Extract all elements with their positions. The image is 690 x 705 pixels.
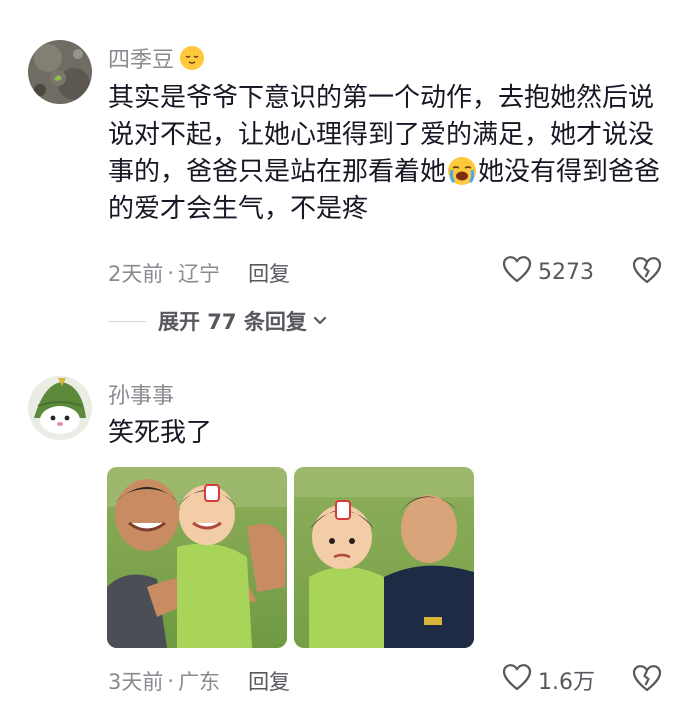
relieved-face-emoji-icon xyxy=(180,46,205,70)
heart-outline-icon xyxy=(502,663,532,697)
separator: · xyxy=(167,261,175,285)
like-button[interactable]: 1.6万 xyxy=(502,663,595,697)
comment-text: 笑死我了 xyxy=(108,415,668,452)
comment-item: 四季豆 其实是爷爷下意识的第一个动作，去抱她然后说说对不起，让她心理得到了爱的满… xyxy=(0,0,690,360)
username-text: 孙事事 xyxy=(108,384,175,409)
like-button[interactable]: 5273 xyxy=(502,255,594,289)
comment-time: 3天前 xyxy=(108,670,164,694)
heart-outline-icon xyxy=(502,255,532,289)
dislike-button[interactable] xyxy=(632,256,662,288)
expand-replies-label: 展开 77 条回复 xyxy=(158,310,307,334)
comment-location: 广东 xyxy=(178,670,221,694)
comment-meta: 2天前 · 辽宁 回复 xyxy=(108,258,290,288)
comment-meta: 3天前 · 广东 回复 xyxy=(108,666,290,696)
reply-button[interactable]: 回复 xyxy=(248,258,290,288)
dislike-button[interactable] xyxy=(632,664,662,696)
broken-heart-icon xyxy=(632,257,662,288)
divider-line xyxy=(108,320,146,322)
chevron-down-icon xyxy=(313,316,327,326)
username[interactable]: 四季豆 xyxy=(108,42,206,74)
reply-button[interactable]: 回复 xyxy=(248,666,290,696)
comment-image[interactable] xyxy=(107,467,287,648)
broken-heart-icon xyxy=(632,665,662,696)
separator: · xyxy=(167,669,175,693)
comment-location: 辽宁 xyxy=(178,262,221,286)
username[interactable]: 孙事事 xyxy=(108,378,174,410)
expand-replies-button[interactable]: 展开 77 条回复 xyxy=(108,306,327,336)
crying-face-emoji-icon xyxy=(448,157,477,185)
comment-text: 其实是爷爷下意识的第一个动作，去抱她然后说说对不起，让她心理得到了爱的满足，她才… xyxy=(108,80,668,228)
like-count: 1.6万 xyxy=(538,670,595,695)
comment-text-content: 笑死我了 xyxy=(108,418,213,448)
avatar[interactable] xyxy=(28,376,92,440)
avatar[interactable] xyxy=(28,40,92,104)
username-text: 四季豆 xyxy=(108,48,175,73)
comment-time: 2天前 xyxy=(108,262,164,286)
like-count: 5273 xyxy=(538,259,594,285)
comment-image[interactable] xyxy=(294,467,474,648)
